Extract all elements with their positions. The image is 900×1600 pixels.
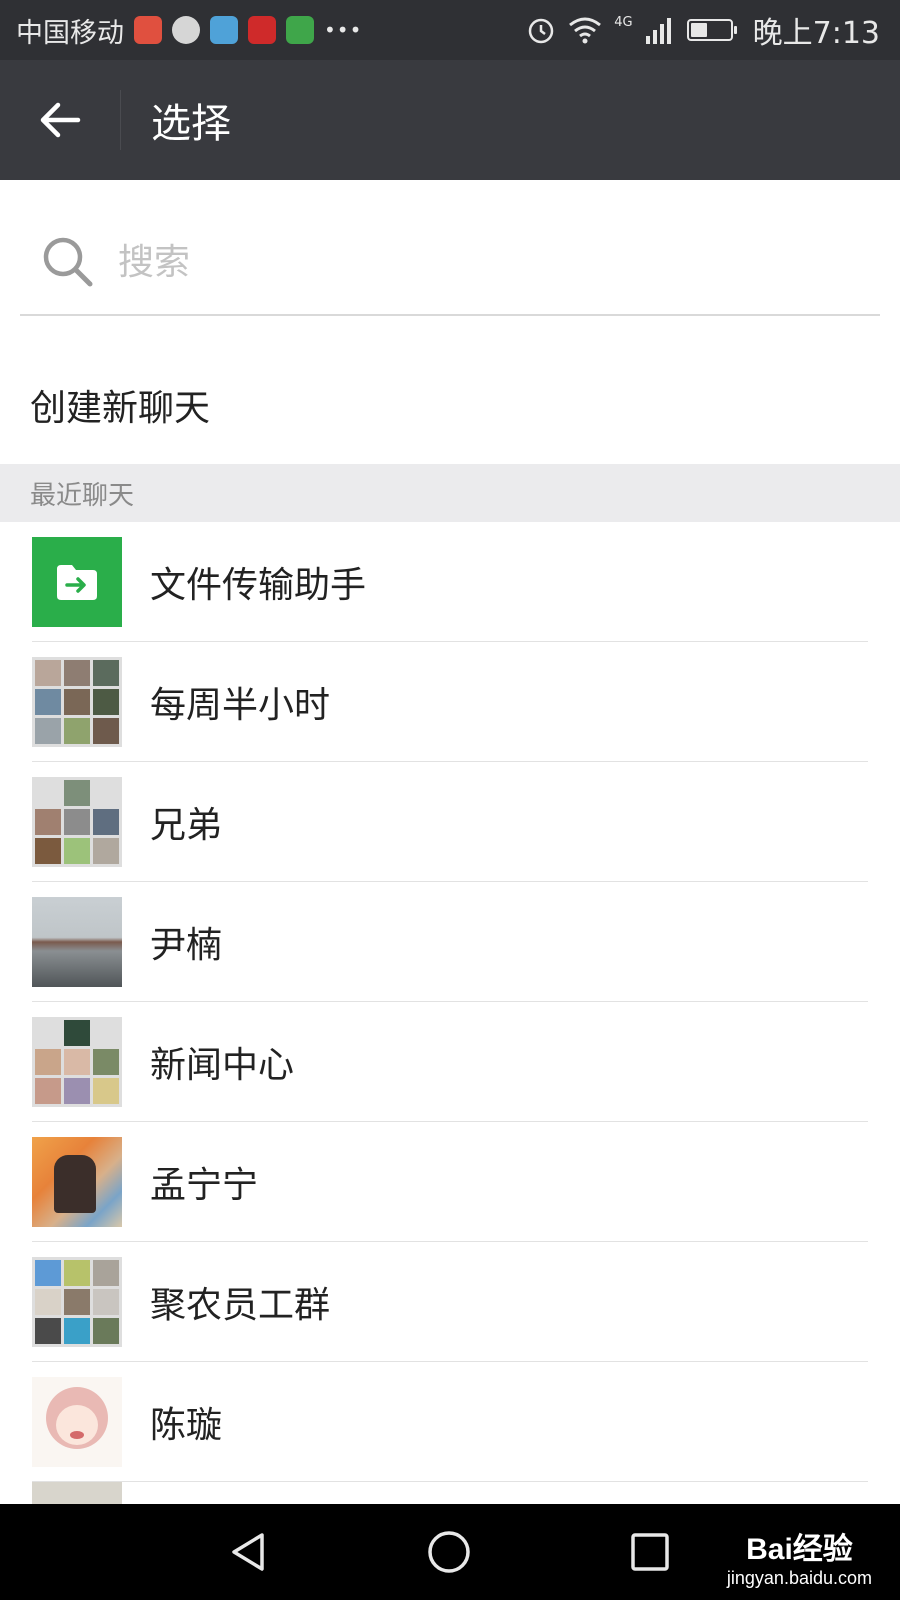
chat-item[interactable]: 聚农员工群 xyxy=(0,1242,900,1362)
chat-name: 每周半小时 xyxy=(150,685,331,726)
chat-name: 聚农员工群 xyxy=(150,1285,331,1326)
contact-avatar xyxy=(32,1137,122,1227)
signal-icon xyxy=(645,18,671,44)
status-bar-right: 4G 晚上7:13 xyxy=(526,8,880,52)
back-button[interactable] xyxy=(0,60,120,180)
chat-name: 尹楠 xyxy=(150,925,223,966)
network-type-label: 4G xyxy=(614,14,633,30)
square-recents-icon xyxy=(631,1533,669,1571)
nav-home-button[interactable] xyxy=(419,1522,479,1582)
chat-item[interactable]: 尹楠 xyxy=(0,882,900,1002)
status-bar-left: 中国移动 ••• xyxy=(16,11,362,50)
app-bar-divider xyxy=(120,90,121,150)
huawei-app-icon xyxy=(248,16,276,44)
battery-icon xyxy=(686,19,737,41)
search-bar[interactable] xyxy=(20,210,880,316)
recent-chats-header: 最近聊天 xyxy=(0,464,900,522)
message-notification-icon xyxy=(172,16,200,44)
chat-name: 新闻中心 xyxy=(150,1045,295,1086)
app-bar: 选择 xyxy=(0,60,900,180)
triangle-back-icon xyxy=(232,1533,264,1571)
recent-chats-list: 文件传输助手 每周半小时 兄弟 尹楠 新闻中心 孟宁宁 聚农员工群 陈璇 xyxy=(0,522,900,1522)
chat-name: 陈璇 xyxy=(150,1405,223,1446)
contact-avatar xyxy=(32,1377,122,1467)
alarm-icon xyxy=(529,18,554,44)
system-nav-bar: Bai经验 jingyan.baidu.com xyxy=(0,1504,900,1600)
status-time: 晚上7:13 xyxy=(752,16,880,51)
create-new-chat-button[interactable]: 创建新聊天 xyxy=(30,346,840,465)
chat-name: 孟宁宁 xyxy=(150,1165,259,1206)
recent-chats-header-label: 最近聊天 xyxy=(30,480,135,511)
chat-item[interactable]: 新闻中心 xyxy=(0,1002,900,1122)
mobile-app-icon xyxy=(210,16,238,44)
notification-app-icon xyxy=(134,16,162,44)
arrow-left-icon xyxy=(40,102,81,138)
nav-recents-button[interactable] xyxy=(620,1522,680,1582)
watermark-brand: Bai经验 xyxy=(746,1533,853,1566)
chat-item[interactable]: 每周半小时 xyxy=(0,642,900,762)
chat-item[interactable]: 兄弟 xyxy=(0,762,900,882)
contact-avatar xyxy=(32,897,122,987)
calendar-app-icon xyxy=(286,16,314,44)
watermark-url: jingyan.baidu.com xyxy=(726,1568,872,1588)
chat-item[interactable]: 文件传输助手 xyxy=(0,522,900,642)
create-new-chat-label: 创建新聊天 xyxy=(30,388,211,429)
wifi-icon xyxy=(569,17,602,44)
more-notifications-icon: ••• xyxy=(324,18,363,42)
status-bar: 中国移动 ••• 4G 晚上7:13 xyxy=(0,0,900,60)
carrier-label: 中国移动 xyxy=(16,17,124,49)
page-title: 选择 xyxy=(151,101,231,147)
search-input[interactable] xyxy=(116,240,820,284)
search-icon xyxy=(43,237,93,287)
chat-name: 文件传输助手 xyxy=(150,565,367,606)
chat-name: 兄弟 xyxy=(150,805,223,846)
nav-back-button[interactable] xyxy=(218,1522,278,1582)
chat-item[interactable]: 孟宁宁 xyxy=(0,1122,900,1242)
folder-icon xyxy=(57,565,97,600)
baidu-watermark: Bai经验 jingyan.baidu.com xyxy=(727,1524,872,1589)
group-avatar xyxy=(32,657,122,747)
circle-home-icon xyxy=(428,1531,470,1573)
group-avatar xyxy=(32,1257,122,1347)
group-avatar xyxy=(32,777,122,867)
file-transfer-avatar xyxy=(32,537,122,627)
group-avatar xyxy=(32,1017,122,1107)
chat-item[interactable]: 陈璇 xyxy=(0,1362,900,1482)
